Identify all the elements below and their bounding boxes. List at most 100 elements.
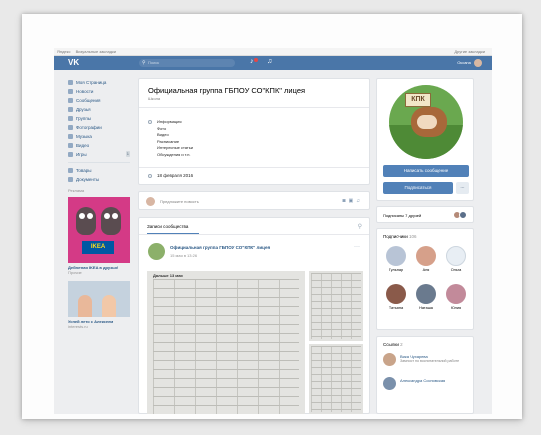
links-count: 2 bbox=[400, 342, 403, 347]
subscriber-item[interactable]: Аня bbox=[411, 244, 441, 282]
subscriber-name: Гульнар bbox=[388, 268, 404, 272]
info-line: Интересные статьи bbox=[157, 145, 194, 150]
group-status: Школа bbox=[148, 96, 161, 101]
subscriber-item[interactable]: Юлия bbox=[441, 282, 471, 320]
friends-icon bbox=[68, 107, 73, 112]
divider bbox=[139, 234, 369, 235]
avatar bbox=[386, 246, 406, 266]
calendar-icon bbox=[148, 174, 152, 178]
sidebar-item-friends[interactable]: Друзья bbox=[68, 105, 130, 114]
sidebar-item-games[interactable]: Игры 1 bbox=[68, 150, 130, 159]
sidebar-item-messages[interactable]: Сообщения bbox=[68, 96, 130, 105]
sidebar-item-music[interactable]: Музыка bbox=[68, 132, 130, 141]
friends-subscribed-card[interactable]: Подписаны 7 друзей bbox=[376, 206, 474, 223]
sidebar-item-news[interactable]: Новости bbox=[68, 87, 130, 96]
music-icon[interactable]: ♫ bbox=[356, 198, 363, 204]
more-icon[interactable]: ··· bbox=[354, 244, 360, 250]
link-item[interactable]: Александра Сосновская bbox=[383, 377, 471, 393]
avatar bbox=[383, 377, 396, 390]
post-author[interactable]: Официальная группа ГБПОУ СО"КПК" лицея bbox=[170, 245, 270, 250]
divider bbox=[139, 107, 369, 108]
subscriber-name: Ольга bbox=[450, 268, 462, 272]
eye bbox=[112, 213, 118, 219]
ad-subtitle: Прочие bbox=[68, 270, 82, 275]
tab-community-posts[interactable]: Записи сообщества bbox=[147, 224, 188, 229]
post-photo-2[interactable] bbox=[309, 271, 363, 341]
group-info-list: Информация Фото Видео Расписание Интерес… bbox=[157, 119, 193, 158]
sidebar-item-documents[interactable]: Документы bbox=[68, 175, 130, 184]
sidebar-item-my-page[interactable]: Моя Страница bbox=[68, 78, 130, 87]
subscriber-item[interactable]: Ольга bbox=[441, 244, 471, 282]
search-placeholder: Поиск bbox=[148, 60, 160, 65]
ad-image-ikea[interactable]: IKEA bbox=[68, 197, 130, 263]
links-title[interactable]: Ссылки 2 bbox=[383, 342, 403, 347]
subscribers-title[interactable]: Подписчики 106 bbox=[383, 234, 417, 239]
user-menu[interactable]: Оксана bbox=[457, 59, 482, 67]
links-card: Ссылки 2 Вика Чухарева Зампост по воспит… bbox=[376, 336, 474, 414]
ad-image-kids[interactable] bbox=[68, 281, 130, 317]
ad-subtitle: interests.ru bbox=[68, 324, 88, 329]
post-photo-3[interactable] bbox=[309, 344, 363, 414]
goods-icon bbox=[68, 168, 73, 173]
notification-badge bbox=[254, 58, 258, 62]
schedule-grid bbox=[311, 273, 361, 339]
avatar bbox=[416, 284, 436, 304]
suggest-news-input[interactable]: Предложите новость bbox=[160, 199, 199, 204]
post-avatar[interactable] bbox=[148, 243, 165, 260]
subscriber-name: Аня bbox=[422, 268, 430, 272]
bookmark-visual[interactable]: Визуальные закладки bbox=[76, 49, 116, 54]
photo-frame: Яндекс Визуальные закладки Другие заклад… bbox=[22, 14, 522, 419]
sidebar-item-label: Музыка bbox=[76, 134, 92, 139]
page-title: Официальная группа ГБПОУ СО"КПК" лицея bbox=[148, 86, 306, 95]
link-description: Зампост по воспитательной работе bbox=[400, 359, 460, 363]
bookmark-yandex[interactable]: Яндекс bbox=[57, 49, 70, 54]
search-input[interactable]: ⚲ Поиск bbox=[139, 59, 235, 67]
sidebar-item-video[interactable]: Видео bbox=[68, 141, 130, 150]
video-icon bbox=[68, 143, 73, 148]
notifications-icon[interactable]: ♪ bbox=[250, 58, 258, 65]
sidebar-item-goods[interactable]: Товары bbox=[68, 166, 130, 175]
other-bookmarks[interactable]: Другие закладки bbox=[454, 48, 485, 56]
subscribers-card: Подписчики 106 Гульнар Аня Ольга Татьяна… bbox=[376, 228, 474, 330]
eye bbox=[87, 213, 93, 219]
more-actions-button[interactable]: ... bbox=[456, 182, 469, 194]
subscriber-item[interactable]: Наташа bbox=[411, 282, 441, 320]
post-date[interactable]: 15 мая в 13:26 bbox=[170, 253, 197, 258]
subscriber-name: Юлия bbox=[450, 306, 462, 310]
eye bbox=[104, 213, 110, 219]
info-line: Обсуждения и т.п. bbox=[157, 151, 191, 157]
child-figure bbox=[102, 295, 116, 317]
browser-window: Яндекс Визуальные закладки Другие заклад… bbox=[54, 48, 492, 414]
send-message-button[interactable]: Написать сообщение bbox=[383, 165, 469, 177]
vk-logo[interactable]: VK bbox=[68, 58, 79, 67]
photo-caption: Дальше 13 мая bbox=[153, 273, 183, 278]
search-icon[interactable]: ⚲ bbox=[358, 223, 362, 230]
group-avatar[interactable]: КПК bbox=[389, 85, 463, 159]
owl-toy bbox=[76, 207, 96, 235]
document-icon bbox=[68, 177, 73, 182]
link-item[interactable]: Вика Чухарева Зампост по воспитательной … bbox=[383, 353, 471, 373]
games-badge: 1 bbox=[125, 151, 130, 157]
avatar bbox=[474, 59, 482, 67]
sidebar-item-photos[interactable]: Фотографии bbox=[68, 123, 130, 132]
subscriber-item[interactable]: Гульнар bbox=[381, 244, 411, 282]
photo-icon bbox=[68, 125, 73, 130]
music-icon[interactable]: ♫ bbox=[267, 58, 272, 65]
avatar-sign: КПК bbox=[405, 93, 431, 107]
sidebar-item-groups[interactable]: Группы bbox=[68, 114, 130, 123]
sidebar-item-label: Видео bbox=[76, 143, 90, 148]
owl-toy bbox=[101, 207, 121, 235]
sidebar-item-label: Новости bbox=[76, 89, 94, 94]
ads-title: Реклама bbox=[68, 188, 85, 193]
post-photo-schedule[interactable]: Дальше 13 мая bbox=[147, 271, 305, 414]
subscriber-item[interactable]: Татьяна bbox=[381, 282, 411, 320]
child-figure bbox=[78, 295, 92, 317]
home-icon bbox=[68, 80, 73, 85]
divider bbox=[139, 167, 369, 168]
links-label: Ссылки bbox=[383, 342, 399, 347]
sidebar-item-label: Фотографии bbox=[76, 125, 102, 130]
link-name[interactable]: Александра Сосновская bbox=[400, 378, 445, 383]
suggest-news-box[interactable]: Предложите новость ◙▣♫ bbox=[138, 191, 370, 210]
friends-avatars bbox=[453, 211, 467, 221]
subscribe-button[interactable]: Подписаться bbox=[383, 182, 453, 194]
